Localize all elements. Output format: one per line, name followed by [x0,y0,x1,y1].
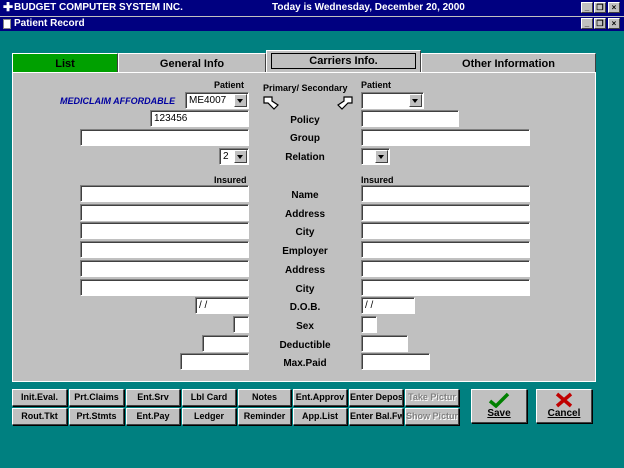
employer-primary[interactable] [80,241,249,258]
relation-select-secondary[interactable] [361,148,390,165]
close-icon[interactable]: × [608,2,620,13]
window-title: Patient Record [14,18,85,29]
patient-header-left: Patient [214,80,245,90]
dob-secondary[interactable]: / / [361,297,415,314]
maxpaid-primary[interactable] [180,353,249,370]
prt-claims-button[interactable]: Prt.Claims [69,389,124,406]
app-date: Today is Wednesday, December 20, 2000 [272,2,465,13]
window-title-bar: Patient Record _ ❐ × [0,16,624,31]
restore-icon[interactable]: ❐ [594,2,606,13]
insured-header-left: Insured [214,175,247,185]
secondary-patient-select[interactable] [361,92,424,109]
employer-address-label: Address [284,265,325,276]
dob-label: D.O.B. [289,302,321,313]
patient-header-right: Patient [361,80,392,90]
employer-address-secondary[interactable] [361,260,530,277]
reminder-button[interactable]: Reminder [238,408,291,425]
relation-value: 2 [223,151,229,162]
maxpaid-secondary[interactable] [361,353,430,370]
ledger-button[interactable]: Ledger [182,408,236,425]
app-title-bar: ✚ BUDGET COMPUTER SYSTEM INC. Today is W… [0,0,624,16]
address-label: Address [284,209,325,220]
notes-button[interactable]: Notes [238,389,291,406]
group-field-primary[interactable] [80,129,249,146]
app-list-button[interactable]: App.List [293,408,347,425]
sex-primary[interactable] [233,316,249,333]
sex-secondary[interactable] [361,316,377,333]
ent-approv-button[interactable]: Ent.Approv [293,389,347,406]
chevron-down-icon[interactable] [409,94,422,107]
group-label: Group [290,133,320,144]
app-plus-icon: ✚ [3,0,14,14]
take-picture-button[interactable]: Take Pictur [405,389,459,406]
save-button[interactable]: Save [471,389,527,423]
chevron-down-icon[interactable] [234,94,247,107]
sex-label: Sex [296,321,314,332]
save-label: Save [487,408,511,419]
deductible-secondary[interactable] [361,335,408,352]
employer-label: Employer [282,246,328,257]
deductible-label: Deductible [279,340,331,351]
enter-depos-button[interactable]: Enter Depos [349,389,403,406]
dob-primary[interactable]: / / [195,297,249,314]
policy-field-primary[interactable]: 123456 [150,110,249,127]
prt-stmts-button[interactable]: Prt.Stmts [69,408,124,425]
insured-header-right: Insured [361,175,394,185]
cancel-label: Cancel [547,408,581,419]
cancel-button[interactable]: Cancel [536,389,592,423]
init-eval-button[interactable]: Init.Eval. [12,389,67,406]
document-icon [3,19,11,29]
policy-field-secondary[interactable] [361,110,459,127]
carrier-code-value: ME4007 [189,95,227,106]
app-title: BUDGET COMPUTER SYSTEM INC. [14,2,183,13]
window-close-icon[interactable]: × [608,18,620,29]
insured-city-secondary[interactable] [361,222,530,239]
rout-tkt-button[interactable]: Rout.Tkt [12,408,67,425]
insured-city-primary[interactable] [80,222,249,239]
window-restore-icon[interactable]: ❐ [594,18,606,29]
carrier-name: MEDICLAIM AFFORDABLE [60,96,176,106]
name-label: Name [291,190,319,201]
relation-label: Relation [285,152,325,163]
employer-address-primary[interactable] [80,260,249,277]
employer-city-primary[interactable] [80,279,249,296]
deductible-primary[interactable] [202,335,249,352]
ent-srv-button[interactable]: Ent.Srv [126,389,180,406]
employer-city-secondary[interactable] [361,279,530,296]
tab-carriers-info-label: Carriers Info. [271,53,416,69]
policy-label: Policy [290,115,320,126]
lbl-card-button[interactable]: Lbl Card [182,389,236,406]
insured-name-primary[interactable] [80,185,249,202]
city-label: City [295,227,315,238]
minimize-icon[interactable]: _ [581,2,593,13]
swap-right-arrow-icon[interactable] [336,95,354,113]
employer-city-label: City [295,284,315,295]
employer-secondary[interactable] [361,241,530,258]
primary-secondary-label: Primary/ Secondary [263,83,348,93]
chevron-down-icon[interactable] [234,150,247,163]
enter-bal-fw-button[interactable]: Enter Bal.Fw [349,408,403,425]
show-picture-button[interactable]: Show Pictur [405,408,459,425]
ent-pay-button[interactable]: Ent.Pay [126,408,180,425]
relation-select-primary[interactable]: 2 [219,148,249,165]
swap-left-arrow-icon[interactable] [262,95,280,113]
window-minimize-icon[interactable]: _ [581,18,593,29]
insured-address-secondary[interactable] [361,204,530,221]
insured-name-secondary[interactable] [361,185,530,202]
maxpaid-label: Max.Paid [283,358,327,369]
carrier-code-select[interactable]: ME4007 [185,92,249,109]
group-field-secondary[interactable] [361,129,530,146]
x-cross-icon [555,392,573,408]
insured-address-primary[interactable] [80,204,249,221]
chevron-down-icon[interactable] [375,150,388,163]
checkmark-icon [488,392,510,408]
